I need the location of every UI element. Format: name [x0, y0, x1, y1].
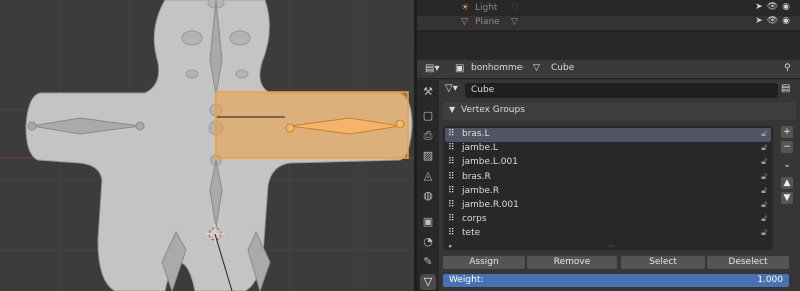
vertex-group-icon: ⠿: [448, 157, 455, 168]
mesh-data-tab-icon[interactable]: ▽: [420, 274, 436, 290]
vertex-group-label: jambe.L.001: [462, 157, 518, 168]
properties-tabs: ⚒ ▢ ⎙ ▨ ◬ ◍ ▣ ◔ ✎ ▽: [417, 80, 439, 291]
properties-header: ▤▾ ▣ bonhomme › ▽ Cube ⚲: [417, 60, 800, 79]
mesh-triangle-icon: ▽: [461, 17, 468, 27]
lock-icon[interactable]: 🔓︎: [761, 143, 767, 153]
render-tab-icon[interactable]: ▢: [420, 108, 436, 124]
vertex-group-icon: ⠿: [448, 143, 455, 154]
properties-area: ☀ Light ♡ ➤👁◉ ▽ Plane ▽ ➤👁◉ ▤▾ ▣ bonhomm…: [417, 0, 800, 291]
weight-slider[interactable]: Weight: 1.000: [443, 274, 789, 287]
fake-user-icon[interactable]: ▤: [781, 83, 790, 94]
vertex-group-row[interactable]: ⠿ jambe.R 🔓︎: [445, 185, 771, 199]
mesh-datablock-icon[interactable]: ▽▾: [445, 83, 458, 94]
lock-icon[interactable]: 🔓︎: [761, 129, 767, 139]
lock-icon[interactable]: 🔓︎: [761, 200, 767, 210]
lock-icon[interactable]: 🔓︎: [761, 228, 767, 238]
vertex-group-icon: ⠿: [448, 185, 455, 196]
world-tab-icon[interactable]: ◍: [420, 188, 436, 204]
output-tab-icon[interactable]: ⎙: [420, 128, 436, 144]
list-filter-expand-icon[interactable]: ▸: [449, 242, 453, 250]
vertex-group-label: bras.L: [462, 129, 490, 139]
outliner-row-label: Light: [475, 3, 498, 13]
lock-icon[interactable]: 🔓︎: [761, 214, 767, 224]
specials-menu-icon[interactable]: ⌄: [781, 159, 793, 171]
mesh-name-value: Cube: [471, 85, 495, 95]
assign-button[interactable]: Assign: [443, 256, 525, 269]
breadcrumb-object: bonhomme: [471, 63, 523, 73]
vertex-group-icon: ⠿: [448, 129, 455, 139]
vertex-group-label: bras.R: [462, 171, 491, 182]
lock-icon[interactable]: 🔓︎: [761, 157, 767, 167]
vertex-group-label: jambe.R: [462, 185, 500, 196]
weight-value: 1.000: [757, 275, 783, 285]
weight-label: Weight:: [449, 275, 484, 285]
panel-title: Vertex Groups: [461, 105, 525, 115]
breadcrumb-separator-icon: ›: [521, 63, 525, 73]
lock-icon[interactable]: 🔓︎: [761, 172, 767, 182]
scene-tab-icon[interactable]: ◬: [420, 168, 436, 184]
object-icon: ▣: [455, 63, 465, 74]
visibility-icons[interactable]: ➤👁◉: [755, 16, 794, 26]
light-data-icon: ♡: [511, 3, 520, 13]
outliner-row-plane[interactable]: ▽ Plane ▽ ➤👁◉: [417, 16, 800, 30]
vertex-group-row[interactable]: ⠿ jambe.L.001 🔓︎: [445, 156, 771, 170]
vertex-group-row[interactable]: ⠿ corps 🔓︎: [445, 213, 771, 227]
deselect-button[interactable]: Deselect: [707, 256, 789, 269]
move-down-button[interactable]: ▼: [781, 192, 793, 204]
vertex-group-list[interactable]: ⠿ bras.L 🔓︎ ⠿ jambe.L 🔓︎ ⠿ jambe.L.001 🔓︎ ⠿ bras.R…: [443, 126, 773, 250]
view-layer-tab-icon[interactable]: ▨: [420, 148, 436, 164]
outliner-row-label: Plane: [475, 17, 500, 27]
move-up-button[interactable]: ▲: [781, 177, 793, 189]
mesh-name-field[interactable]: Cube: [465, 83, 778, 98]
list-resize-grip-icon[interactable]: ⋯: [608, 242, 615, 250]
modifier-tab-icon[interactable]: ◔: [420, 234, 436, 250]
outliner: ☀ Light ♡ ➤👁◉ ▽ Plane ▽ ➤👁◉: [417, 0, 800, 60]
vertex-group-icon: ⠿: [448, 228, 455, 239]
vertex-group-row[interactable]: ⠿ jambe.L 🔓︎: [445, 142, 771, 156]
light-icon: ☀: [461, 3, 470, 13]
vertex-group-icon: ⠿: [448, 200, 455, 210]
vertex-group-row[interactable]: ⠿ bras.R 🔓︎: [445, 171, 771, 185]
vertex-group-label: jambe.R.001: [462, 200, 519, 210]
pin-icon[interactable]: ⚲: [784, 63, 791, 73]
viewport-canvas[interactable]: [0, 0, 414, 291]
vertex-group-row[interactable]: ⠿ bras.L 🔓︎: [445, 128, 771, 142]
physics-tab-icon[interactable]: ✎: [420, 254, 436, 270]
select-button[interactable]: Select: [621, 256, 705, 269]
add-group-button[interactable]: +: [781, 126, 793, 138]
outliner-row-light[interactable]: ☀ Light ♡ ➤👁◉: [417, 2, 800, 16]
vertex-group-icon: ⠿: [448, 214, 455, 225]
object-tab-icon[interactable]: ▣: [420, 214, 436, 230]
vertex-group-row[interactable]: ⠿ jambe.R.001 🔓︎: [445, 199, 771, 213]
mesh-properties: ▽▾ Cube ▤ ▼ Vertex Groups ⠿ bras.L 🔓︎ ⠿ jamb…: [439, 80, 800, 291]
vertex-groups-panel-header[interactable]: ▼ Vertex Groups: [443, 102, 796, 120]
3d-viewport[interactable]: [0, 0, 414, 291]
collapse-arrow-icon[interactable]: ▼: [449, 105, 455, 114]
remove-group-button[interactable]: −: [781, 141, 793, 153]
vertex-group-label: corps: [462, 214, 487, 225]
vertex-group-label: jambe.L: [462, 143, 498, 154]
tool-tab-icon[interactable]: ⚒: [420, 84, 436, 100]
vertex-group-row[interactable]: ⠿ tete 🔓︎: [445, 227, 771, 241]
mesh-data-icon: ▽: [511, 17, 518, 27]
mesh-icon: ▽: [533, 63, 540, 73]
visibility-icons[interactable]: ➤👁◉: [755, 2, 794, 12]
vertex-group-icon: ⠿: [448, 171, 455, 182]
lock-icon[interactable]: 🔓︎: [761, 186, 767, 196]
remove-button[interactable]: Remove: [527, 256, 617, 269]
selected-arm-highlight: [215, 91, 409, 159]
breadcrumb-mesh: Cube: [551, 63, 575, 73]
vertex-group-label: tete: [462, 228, 481, 239]
editor-type-icon[interactable]: ▤▾: [425, 63, 439, 74]
